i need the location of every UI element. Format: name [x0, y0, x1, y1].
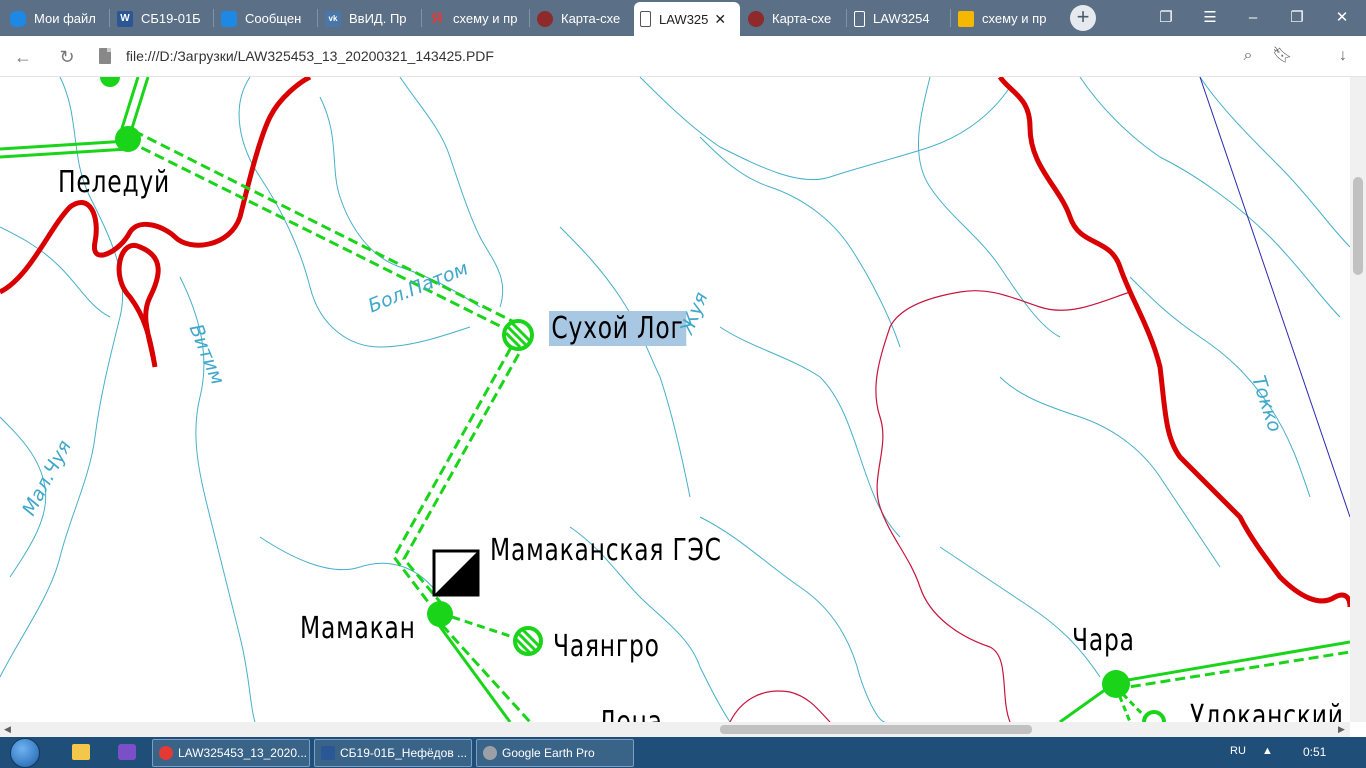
city-label-sukhoy-log: Сухой Лог — [549, 311, 686, 346]
map-drawing — [0, 77, 1350, 722]
city-label-lena: Лена — [598, 705, 663, 722]
tab-9[interactable]: LAW3254 — [848, 3, 948, 34]
tab-label: Карта-схе — [561, 11, 621, 26]
word-icon — [321, 746, 335, 760]
site-favicon-icon — [748, 10, 764, 27]
tab-2[interactable]: W СБ19-01Б — [111, 3, 211, 34]
reload-icon[interactable]: ↻ — [56, 46, 78, 68]
google-earth-icon — [483, 746, 497, 760]
tab-8[interactable]: Карта-схе — [742, 3, 844, 34]
document-icon — [854, 10, 865, 27]
taskbar-item-label: Google Earth Pro — [502, 746, 595, 760]
image-icon — [958, 10, 974, 27]
clock[interactable]: 0:51 — [1303, 745, 1326, 759]
yandex-browser-icon — [159, 746, 173, 760]
vk-icon: vk — [325, 10, 341, 27]
tab-label: LAW325 — [659, 11, 709, 27]
url-field[interactable]: file:///D:/Загрузки/LAW325453_13_2020032… — [126, 48, 494, 64]
city-label-udokansky: Удоканский — [1190, 699, 1344, 722]
tab-label: схему и пр — [982, 11, 1047, 26]
yandex-icon: Я — [431, 10, 443, 27]
scroll-left-icon[interactable]: ◀ — [4, 724, 11, 735]
tab-strip: Мои файл W СБ19-01Б Сообщен vk ВвИД. Пр … — [0, 0, 1366, 36]
language-indicator[interactable]: RU — [1230, 745, 1246, 757]
tab-6[interactable]: Карта-схе — [531, 3, 633, 34]
tab-active[interactable]: LAW325 ✕ — [634, 2, 740, 36]
restore-icon[interactable]: ❐ — [1287, 8, 1307, 28]
close-window-icon[interactable]: ✕ — [1332, 8, 1352, 28]
taskbar-item-label: СБ19-01Б_Нефёдов ... — [340, 746, 468, 760]
scroll-right-icon[interactable]: ▶ — [1338, 724, 1345, 735]
taskbar-item-google-earth[interactable]: Google Earth Pro — [476, 739, 634, 767]
new-tab-button[interactable]: + — [1070, 5, 1096, 31]
tab-label: Сообщен — [245, 11, 302, 26]
tab-10[interactable]: схему и пр — [952, 3, 1056, 34]
taskbar: LAW325453_13_2020... СБ19-01Б_Нефёдов ..… — [0, 737, 1366, 768]
start-button[interactable] — [10, 738, 40, 768]
tab-4[interactable]: vk ВвИД. Пр — [319, 3, 419, 34]
tab-collections-icon[interactable]: ❐ — [1156, 8, 1176, 28]
vertical-scroll-thumb[interactable] — [1353, 177, 1363, 275]
visual-studio-icon[interactable] — [118, 744, 136, 760]
tab-label: СБ19-01Б — [141, 11, 201, 26]
city-label-mamakan: Мамакан — [300, 611, 416, 646]
tab-label: LAW3254 — [873, 11, 930, 26]
close-icon[interactable]: ✕ — [714, 11, 726, 28]
document-icon — [640, 11, 651, 27]
taskbar-item-label: LAW325453_13_2020... — [178, 746, 307, 760]
back-icon[interactable]: ← — [12, 46, 34, 68]
menu-icon[interactable]: ☰ — [1200, 8, 1220, 28]
city-label-mamakanskaya-ges: Мамаканская ГЭС — [490, 533, 722, 568]
tab-label: схему и пр — [453, 11, 518, 26]
file-icon — [99, 48, 111, 64]
chat-bubble-icon — [221, 10, 237, 27]
tab-label: ВвИД. Пр — [349, 11, 407, 26]
site-favicon-icon — [537, 10, 553, 27]
word-icon: W — [117, 10, 133, 27]
horizontal-scroll-thumb[interactable] — [720, 725, 1032, 734]
explorer-icon[interactable] — [72, 744, 90, 760]
pdf-map-view[interactable]: Пеледуй Сухой Лог Мамаканская ГЭС Мамака… — [0, 77, 1350, 722]
city-label-peleduy: Пеледуй — [58, 165, 171, 200]
taskbar-item-word[interactable]: СБ19-01Б_Нефёдов ... — [314, 739, 472, 767]
onedrive-icon — [10, 10, 26, 27]
bookmark-icon[interactable]: 🔖︎ — [1272, 46, 1292, 66]
tray-expand-icon[interactable]: ▲ — [1262, 745, 1273, 757]
tab-label: Мои файл — [34, 11, 96, 26]
tab-label: Карта-схе — [772, 11, 832, 26]
minimize-icon[interactable]: – — [1243, 8, 1263, 28]
tab-1[interactable]: Мои файл — [4, 3, 108, 34]
city-label-chara: Чара — [1072, 623, 1135, 658]
tab-3[interactable]: Сообщен — [215, 3, 315, 34]
hydro-station-icon — [432, 549, 480, 597]
city-label-chayangro: Чаянгро — [553, 629, 660, 664]
tab-5[interactable]: Я схему и пр — [423, 3, 527, 34]
address-bar: ← ↻ file:///D:/Загрузки/LAW325453_13_202… — [0, 36, 1366, 77]
horizontal-scrollbar[interactable]: ◀ ▶ — [0, 722, 1350, 737]
vertical-scrollbar[interactable] — [1350, 77, 1366, 722]
download-icon[interactable]: ↓ — [1333, 46, 1353, 66]
taskbar-item-browser[interactable]: LAW325453_13_2020... — [152, 739, 310, 767]
find-icon[interactable]: ⌕ — [1238, 46, 1258, 66]
